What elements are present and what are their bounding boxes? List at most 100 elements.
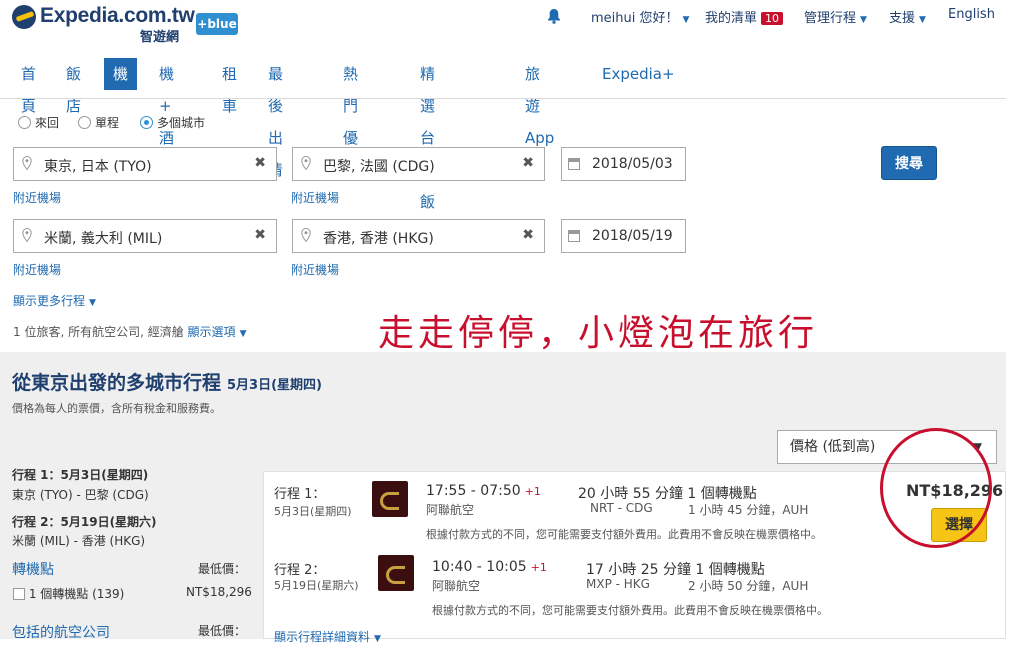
emirates-logo-icon: [372, 481, 408, 517]
support-label: 支援: [889, 11, 916, 26]
calendar-icon: [568, 158, 580, 170]
show-trip-details-link[interactable]: 顯示行程詳細資料 ▼: [274, 628, 381, 645]
airlines-filter-header: 包括的航空公司: [12, 625, 110, 641]
price-note: 價格為每人的票價，含所有稅金和服務費。: [12, 402, 221, 415]
show-more-trips-link[interactable]: 顯示更多行程 ▼: [13, 292, 96, 309]
emirates-logo-icon: [378, 555, 414, 591]
clear-icon[interactable]: ✖: [254, 227, 266, 243]
clear-icon[interactable]: ✖: [522, 227, 534, 243]
day-plus-badge: +1: [524, 485, 541, 498]
leg2-origin-nearby-airports[interactable]: 附近機場: [13, 261, 61, 278]
leg2-destination-nearby-airports[interactable]: 附近機場: [291, 261, 339, 278]
radio-selected-icon: [140, 116, 153, 129]
results-title-date: 5月3日(星期四): [227, 378, 322, 393]
filter-one-stop[interactable]: 1 個轉機點 (139): [13, 585, 124, 602]
card-leg2-disclaimer: 根據付款方式的不同，您可能需要支付額外費用。此費用不會反映在機票價格中。: [432, 604, 828, 617]
language-link[interactable]: English: [948, 7, 995, 27]
radio-round-trip[interactable]: 來回: [18, 112, 59, 131]
nav-item-hotels[interactable]: 飯店: [57, 58, 90, 115]
my-list-link[interactable]: 我的清單 10: [705, 7, 784, 27]
lowest-price-label: 最低價：: [198, 624, 247, 638]
handwritten-watermark: 走走停停，小燈泡在旅行: [378, 313, 819, 354]
chevron-down-icon: ▼: [239, 329, 247, 339]
chevron-down-icon: ▼: [860, 15, 867, 25]
expedia-logo[interactable]: Expedia.com.tw 智遊網: [12, 4, 195, 45]
stops-filter-header: 轉機點: [12, 562, 54, 578]
card-leg2-time-text: 10:40 - 10:05: [432, 559, 527, 575]
sidebar-leg1-route: 東京 (TYO) - 巴黎 (CDG): [12, 488, 149, 502]
nav-item-taiwan-hotels[interactable]: 精選台灣飯店: [411, 58, 444, 243]
leg1-origin-nearby-airports[interactable]: 附近機場: [13, 189, 61, 206]
radio-icon: [78, 116, 91, 129]
filter-one-stop-price: NT$18,296: [186, 585, 252, 599]
card-leg2-layover: 2 小時 50 分鐘，AUH: [688, 579, 809, 593]
travelers-summary-text: 1 位旅客, 所有航空公司, 經濟艙: [13, 325, 184, 339]
leg1-origin-input[interactable]: 東京, 日本 (TYO) ✖: [13, 147, 277, 181]
my-list-label: 我的清單: [705, 11, 758, 26]
brand-name: Expedia.com.tw: [40, 4, 195, 27]
radio-multi-city[interactable]: 多個城市: [140, 112, 205, 131]
sort-value: 價格 (低到高): [790, 439, 876, 455]
nav-item-cars[interactable]: 租車: [213, 58, 246, 115]
search-button[interactable]: 搜尋: [881, 146, 937, 180]
user-menu[interactable]: meihui 您好！ ▼: [591, 7, 689, 27]
destination-value: 巴黎, 法國 (CDG): [323, 159, 435, 175]
sidebar-leg1-title: 行程 1：5月3日(星期四): [12, 468, 149, 482]
support-menu[interactable]: 支援 ▼: [889, 7, 926, 27]
clear-icon[interactable]: ✖: [522, 155, 534, 171]
nav-item-app[interactable]: 旅遊 App: [516, 58, 563, 147]
show-options-link[interactable]: 顯示選項 ▼: [188, 325, 247, 339]
manage-trips-menu[interactable]: 管理行程 ▼: [804, 7, 867, 27]
leg1-date-input[interactable]: 2018/05/03: [561, 147, 686, 181]
travelers-summary: 1 位旅客, 所有航空公司, 經濟艙 顯示選項 ▼: [13, 323, 246, 340]
filter-one-stop-label: 1 個轉機點 (139): [28, 587, 125, 601]
radio-one-way[interactable]: 單程: [78, 112, 119, 131]
origin-value: 東京, 日本 (TYO): [44, 159, 152, 175]
user-greeting: meihui 您好！: [591, 11, 679, 26]
leg2-date-input[interactable]: 2018/05/19: [561, 219, 686, 253]
chevron-down-icon: ▼: [89, 298, 96, 308]
checkbox-icon[interactable]: [13, 588, 25, 600]
results-title: 從東京出發的多城市行程 5月3日(星期四): [12, 368, 322, 395]
card-leg1-layover: 1 小時 45 分鐘，AUH: [688, 503, 809, 517]
results-title-text: 從東京出發的多城市行程: [12, 372, 222, 394]
origin-value: 米蘭, 義大利 (MIL): [44, 231, 163, 247]
card-leg2-route: MXP - HKG: [586, 577, 650, 591]
leg1-destination-input[interactable]: 巴黎, 法國 (CDG) ✖: [292, 147, 545, 181]
plus-blue-badge[interactable]: +blue: [196, 13, 238, 35]
card-leg1-time: 17:55 - 07:50 +1: [426, 483, 541, 499]
show-trip-details-label: 顯示行程詳細資料: [274, 630, 371, 644]
card-leg1-duration: 20 小時 55 分鐘 1 個轉機點: [578, 486, 757, 502]
bell-icon[interactable]: [546, 8, 562, 24]
radio-icon: [18, 116, 31, 129]
show-options-label: 顯示選項: [187, 325, 236, 339]
leg2-origin-input[interactable]: 米蘭, 義大利 (MIL) ✖: [13, 219, 277, 253]
card-leg1-label: 行程 1：: [274, 487, 326, 502]
card-leg1-route: NRT - CDG: [590, 501, 653, 515]
location-pin-icon: [22, 156, 32, 170]
card-leg1-disclaimer: 根據付款方式的不同，您可能需要支付額外費用。此費用不會反映在機票價格中。: [426, 528, 822, 541]
nav-item-expedia-plus[interactable]: Expedia+: [593, 58, 684, 90]
sidebar-leg2-title: 行程 2：5月19日(星期六): [12, 515, 157, 529]
lowest-price-label: 最低價：: [198, 562, 247, 576]
highlight-circle-annotation: [880, 428, 992, 548]
leg1-destination-nearby-airports[interactable]: 附近機場: [291, 189, 339, 206]
my-list-count-badge: 10: [761, 12, 784, 25]
radio-label: 多個城市: [157, 116, 206, 130]
chevron-down-icon: ▼: [374, 634, 381, 644]
nav-item-flight-hotel[interactable]: 機 + 酒: [150, 58, 183, 147]
nav-item-last-minute[interactable]: 最後出清: [259, 58, 292, 179]
brand-subtitle: 智遊網: [140, 30, 180, 45]
radio-label: 單程: [95, 116, 120, 130]
location-pin-icon: [22, 228, 32, 242]
leg2-destination-input[interactable]: 香港, 香港 (HKG) ✖: [292, 219, 545, 253]
nav-item-flights[interactable]: 機票: [104, 58, 138, 115]
manage-trips-label: 管理行程: [804, 11, 857, 26]
destination-value: 香港, 香港 (HKG): [323, 231, 434, 247]
chevron-down-icon: ▼: [682, 15, 690, 25]
nav-item-deals[interactable]: 熱門優惠: [334, 58, 367, 179]
nav-item-home[interactable]: 首頁: [12, 58, 45, 115]
card-leg2-airline: 阿聯航空: [432, 579, 481, 593]
clear-icon[interactable]: ✖: [254, 155, 266, 171]
show-more-trips-label: 顯示更多行程: [13, 294, 86, 308]
